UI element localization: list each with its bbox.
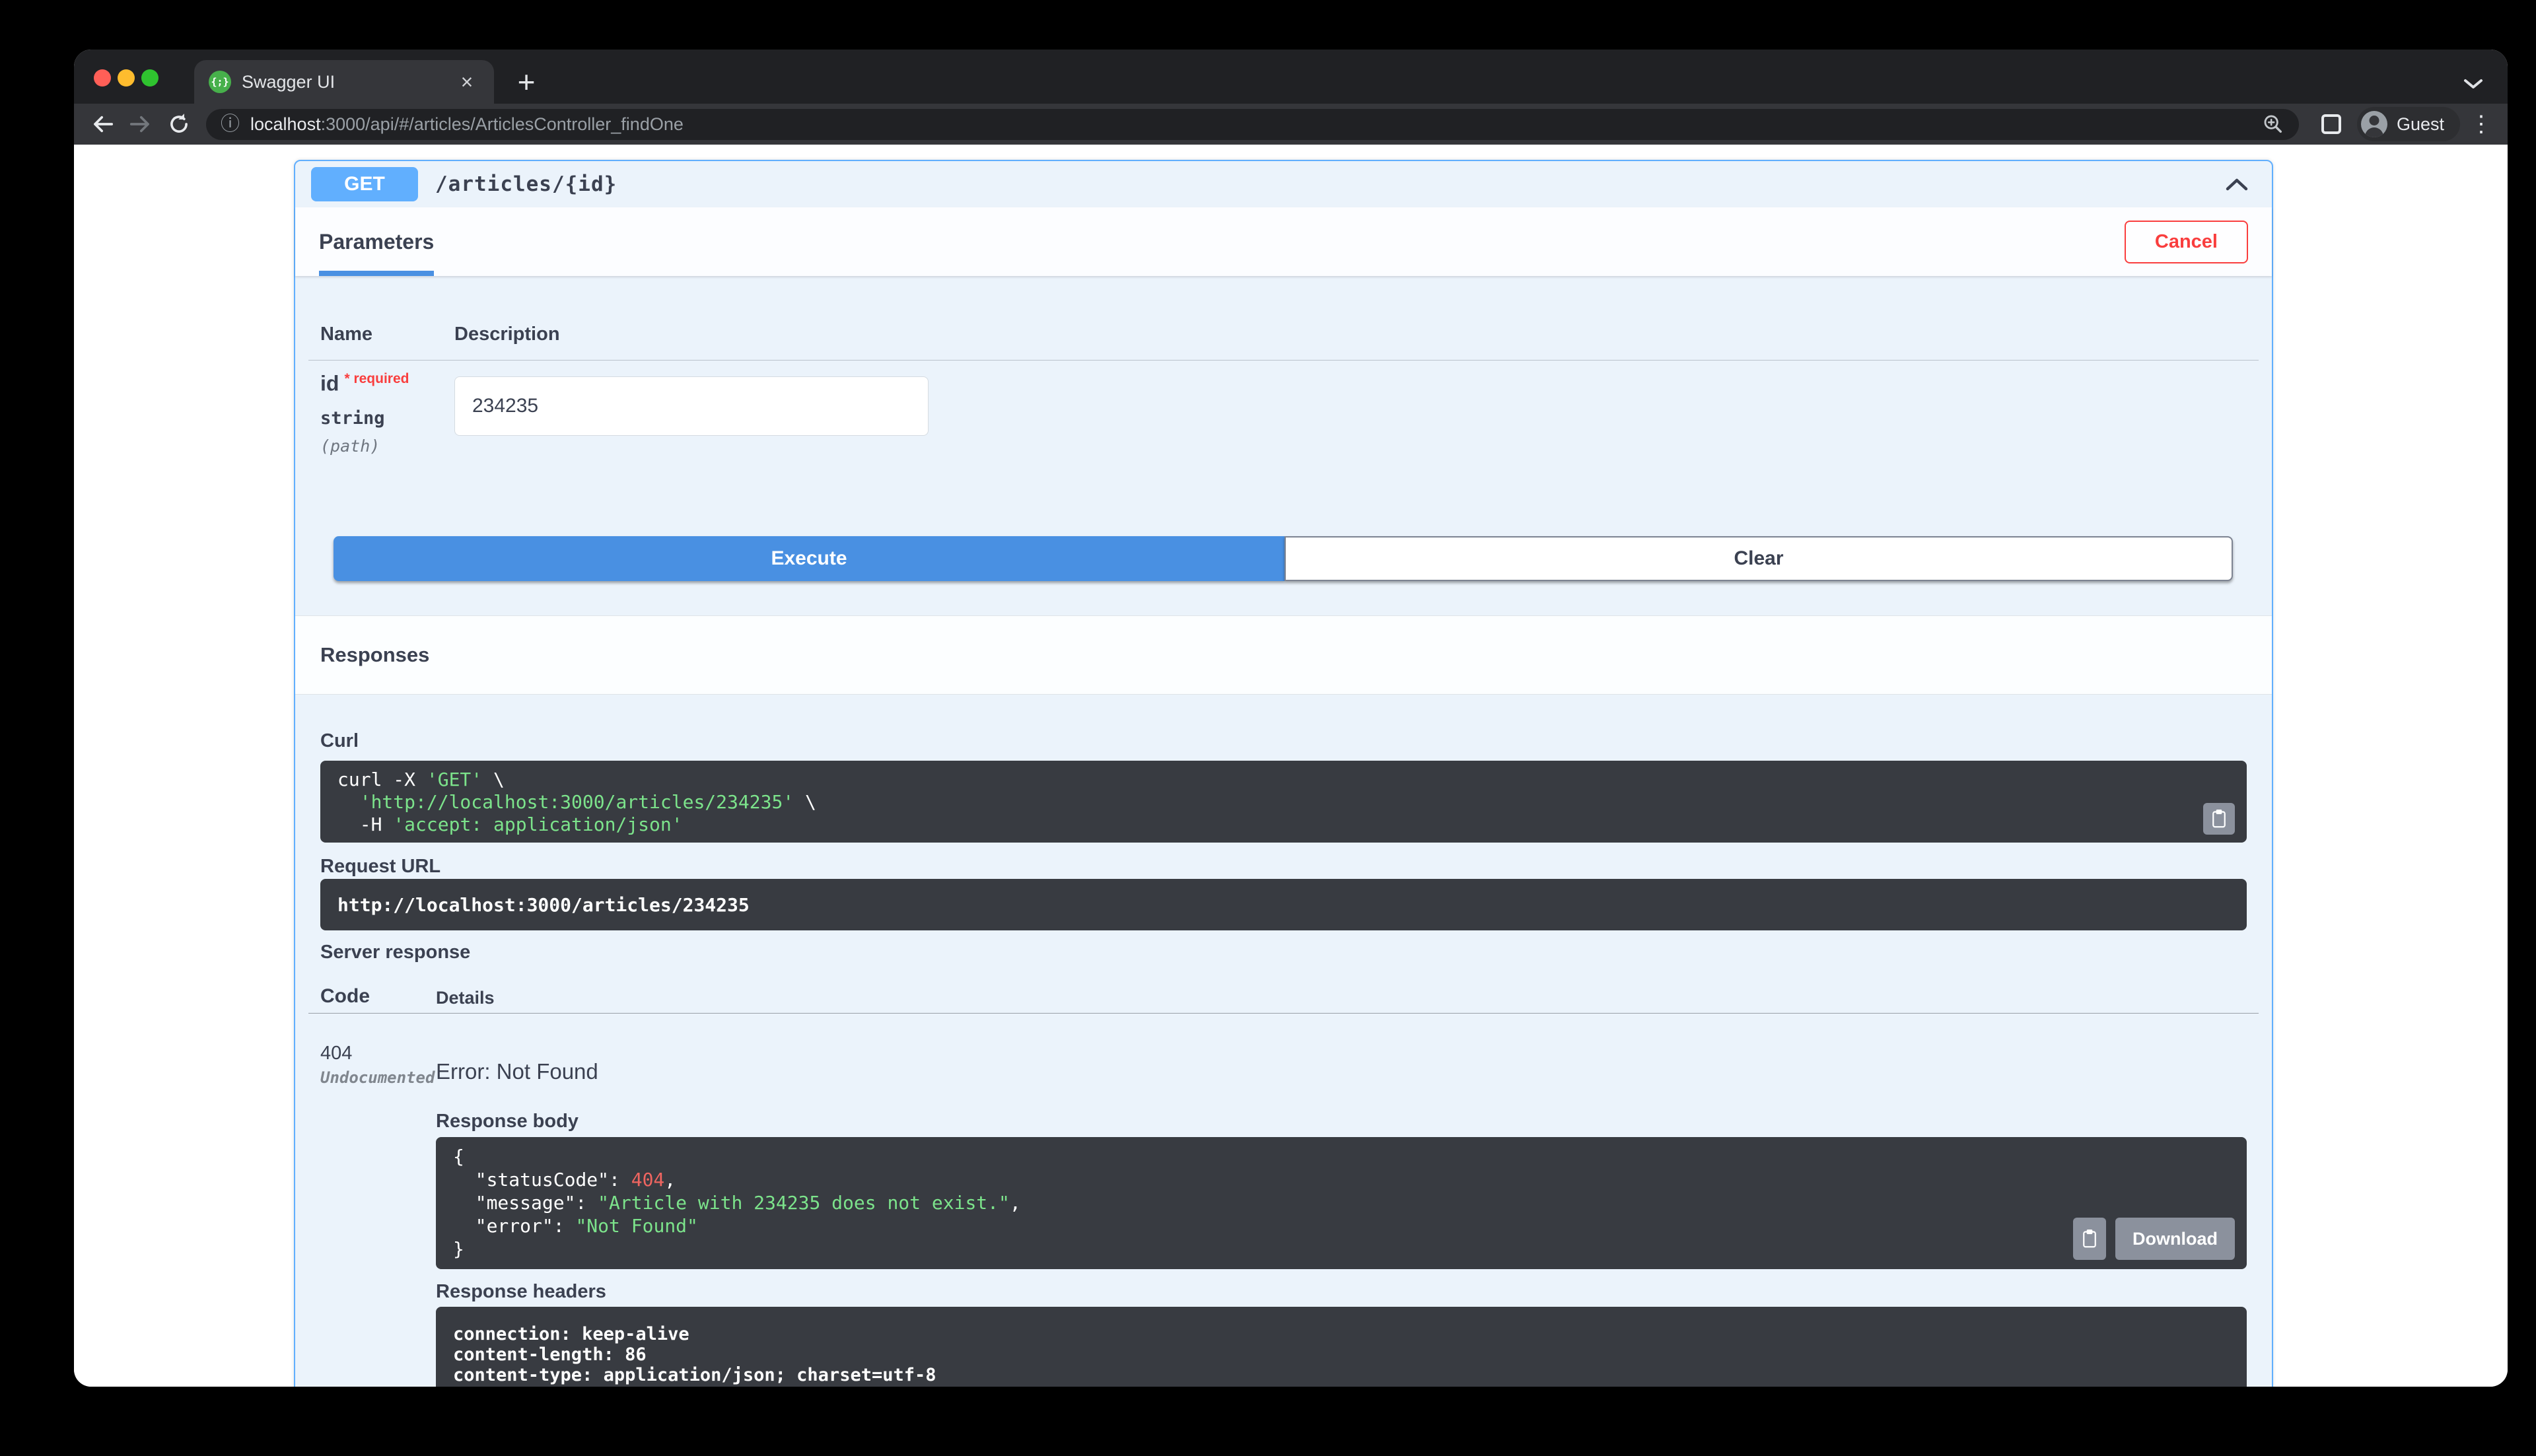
chevron-down-icon[interactable] — [2463, 78, 2484, 92]
request-url-block: http://localhost:3000/articles/234235 — [320, 879, 2247, 930]
site-info-icon[interactable] — [221, 115, 240, 134]
parameters-section-header: Parameters Cancel — [295, 207, 2272, 276]
details-column-header: Details — [436, 988, 495, 1008]
clear-button[interactable]: Clear — [1285, 536, 2233, 581]
download-button[interactable]: Download — [2115, 1218, 2235, 1260]
parameter-id: id * required string (path) — [320, 371, 409, 456]
chevron-up-icon[interactable] — [2218, 170, 2256, 198]
swagger-page: GET /articles/{id} Parameters Cancel Nam… — [74, 145, 2508, 1387]
response-headers-label: Response headers — [436, 1281, 606, 1302]
cancel-button[interactable]: Cancel — [2124, 220, 2248, 263]
name-column-header: Name — [320, 324, 372, 345]
opblock-get-articles-id: GET /articles/{id} Parameters Cancel Nam… — [294, 160, 2273, 1387]
browser-menu-icon[interactable] — [2468, 111, 2494, 137]
request-url-label: Request URL — [320, 856, 441, 877]
response-headers-block: connection: keep-alive content-length: 86… — [436, 1307, 2247, 1387]
response-table-divider — [308, 1013, 2259, 1014]
browser-tab-strip: Swagger UI — [74, 50, 2508, 104]
browser-tab[interactable]: Swagger UI — [194, 60, 494, 104]
http-method-badge: GET — [311, 167, 418, 201]
copy-curl-icon[interactable] — [2203, 803, 2235, 835]
execute-button[interactable]: Execute — [334, 536, 1285, 581]
curl-command-block: curl -X 'GET' \ 'http://localhost:3000/a… — [320, 761, 2247, 843]
url-address-bar[interactable]: localhost:3000/api/#/articles/ArticlesCo… — [206, 108, 2299, 140]
forward-arrow-icon[interactable] — [125, 109, 156, 139]
page-url: localhost:3000/api/#/articles/ArticlesCo… — [250, 114, 684, 134]
opblock-header[interactable]: GET /articles/{id} — [295, 161, 2272, 207]
tab-parameters[interactable]: Parameters — [319, 207, 435, 276]
response-body-label: Response body — [436, 1111, 579, 1132]
parameter-type: string — [320, 407, 385, 429]
window-controls — [94, 69, 158, 87]
window-fullscreen-button[interactable] — [141, 69, 158, 87]
endpoint-path: /articles/{id} — [435, 172, 617, 196]
reload-icon[interactable] — [164, 109, 194, 139]
tab-close-icon[interactable] — [454, 69, 479, 94]
browser-toolbar: localhost:3000/api/#/articles/ArticlesCo… — [74, 104, 2508, 145]
tab-title: Swagger UI — [242, 71, 335, 92]
browser-window: Swagger UI localhost:3000/api/#/articles… — [74, 50, 2508, 1387]
new-tab-button[interactable] — [509, 64, 544, 100]
profile-name: Guest — [2396, 114, 2444, 134]
undocumented-label: Undocumented — [320, 1068, 435, 1087]
copy-response-icon[interactable] — [2073, 1218, 2106, 1260]
parameter-location: (path) — [320, 436, 380, 456]
window-close-button[interactable] — [94, 69, 111, 87]
back-arrow-icon[interactable] — [87, 109, 118, 139]
server-response-label: Server response — [320, 942, 471, 963]
response-body-actions: Download — [2073, 1218, 2235, 1260]
avatar-icon — [2360, 111, 2387, 137]
responses-title: Responses — [320, 643, 430, 666]
response-description: Error: Not Found — [436, 1059, 598, 1084]
id-value-input[interactable] — [454, 376, 929, 436]
required-badge: * required — [344, 371, 409, 386]
curl-label: Curl — [320, 730, 359, 751]
response-body-block: Download { "statusCode": 404, "message":… — [436, 1137, 2247, 1269]
description-column-header: Description — [454, 324, 560, 345]
profile-chip[interactable]: Guest — [2356, 107, 2460, 141]
swagger-favicon-icon — [209, 71, 231, 93]
zoom-search-icon[interactable] — [2262, 113, 2284, 135]
code-column-header: Code — [320, 985, 370, 1007]
parameter-name: id — [320, 371, 339, 396]
status-code: 404 — [320, 1043, 353, 1064]
desktop-background: Swagger UI localhost:3000/api/#/articles… — [0, 0, 2536, 1456]
table-divider — [308, 360, 2259, 361]
responses-section-header: Responses — [295, 615, 2272, 695]
window-minimize-button[interactable] — [118, 69, 135, 87]
side-panel-icon[interactable] — [2321, 114, 2341, 134]
